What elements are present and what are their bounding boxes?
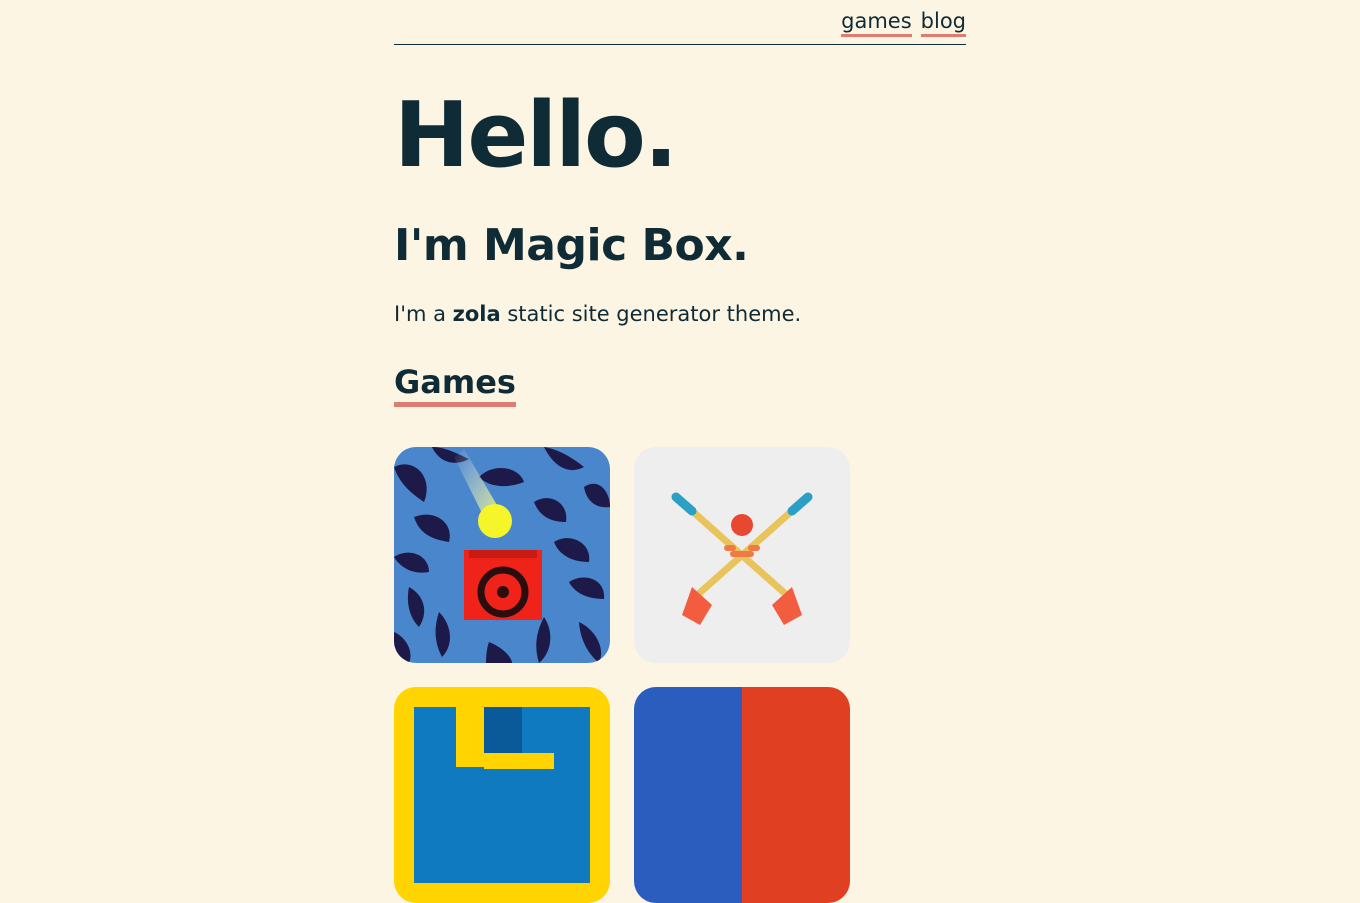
game-tile-crossed-brooms[interactable] <box>634 447 850 663</box>
game-tile-target-ball[interactable] <box>394 447 610 663</box>
page-container: games blog Hello. I'm Magic Box. I'm a z… <box>394 0 966 903</box>
tagline-suffix: static site generator theme. <box>500 302 802 326</box>
hero-subtitle: I'm Magic Box. <box>394 220 749 271</box>
game-tile-blocks[interactable] <box>394 687 610 903</box>
nav-link-blog[interactable]: blog <box>920 8 966 37</box>
tagline: I'm a zola static site generator theme. <box>394 298 801 330</box>
tagline-prefix: I'm a <box>394 302 453 326</box>
target-ball-game-icon <box>394 447 610 663</box>
tagline-zola: zola <box>452 302 501 326</box>
nav-link-games[interactable]: games <box>841 8 912 37</box>
blocks-game-icon <box>394 687 610 903</box>
nav-links: games blog <box>841 8 966 37</box>
hero-title: Hello. <box>394 83 678 188</box>
top-nav: games blog <box>394 0 966 45</box>
game-tile-split-colors[interactable] <box>634 687 850 903</box>
split-colors-game-icon <box>634 687 850 903</box>
crossed-brooms-game-icon <box>634 447 850 663</box>
games-section-title[interactable]: Games <box>394 362 516 407</box>
